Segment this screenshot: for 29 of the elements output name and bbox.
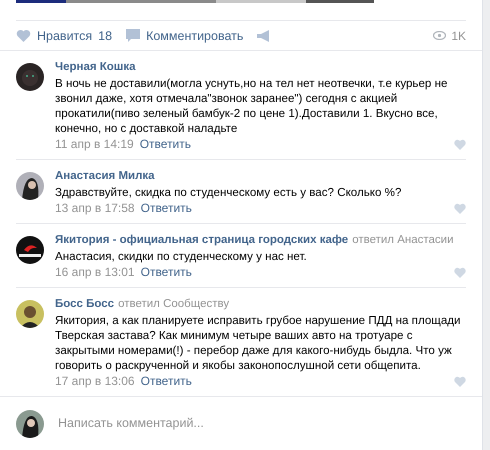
heart-icon[interactable] [454, 139, 466, 150]
megaphone-icon[interactable] [257, 30, 272, 42]
reply-link[interactable]: Ответить [140, 374, 192, 389]
speech-bubble-icon [126, 29, 140, 42]
heart-icon[interactable] [454, 203, 466, 214]
heart-icon[interactable] [454, 267, 466, 278]
heart-icon [16, 29, 31, 42]
comment-text: Якитория, а как планируете исправить грубое нарушение ПДД на площади Тверская застава? Как минимум четыре ваших авто на тротуаре с закрытыми номерами(!) - перебор даже для какого-нибудь быдла. Что уж говорить о раскрученной и якобы законопослушной сети общепита. [55, 313, 462, 373]
comment-button[interactable]: Комментировать [126, 28, 252, 43]
reply-link[interactable]: Ответить [140, 137, 192, 152]
author-name[interactable]: Босс Босс [55, 297, 114, 312]
comment-text: Анастасия, скидки по студенческому у нас нет. [55, 249, 308, 264]
eye-icon [433, 31, 446, 40]
comment-date: 16 апр в 13:01 [55, 265, 135, 280]
heart-icon[interactable] [454, 376, 466, 387]
like-button[interactable]: Нравится 18 [16, 28, 120, 43]
comment-text: В ночь не доставили(могла уснуть,но на тел нет неотвечки, т.е курьер не звонил даже, хотя отмечала"звонок заранее") сегодня с акцией прокатили(пиво зеленый бамбук-2 по цене 1).Доставили 1. Вкусно все, конечно, но с доставкой наладьте [55, 76, 448, 136]
reply-note: ответил Сообществу [118, 297, 230, 312]
comment-text: Здравствуйте, скидка по студенческому есть у вас? Сколько %? [55, 185, 402, 200]
comment-date: 13 апр в 17:58 [55, 201, 135, 216]
reply-note: ответил Анастасии [352, 233, 454, 248]
author-name[interactable]: Черная Кошка [55, 60, 136, 75]
comment-date: 11 апр в 14:19 [55, 137, 134, 152]
view-count: 1K [433, 28, 466, 43]
reply-link[interactable]: Ответить [140, 265, 192, 280]
reply-link[interactable]: Ответить [140, 201, 192, 216]
author-name[interactable]: Анастасия Милка [55, 169, 155, 184]
author-name[interactable]: Якитория - официальная страница городских кафе [55, 233, 348, 248]
comment-date: 17 апр в 13:06 [55, 374, 135, 389]
